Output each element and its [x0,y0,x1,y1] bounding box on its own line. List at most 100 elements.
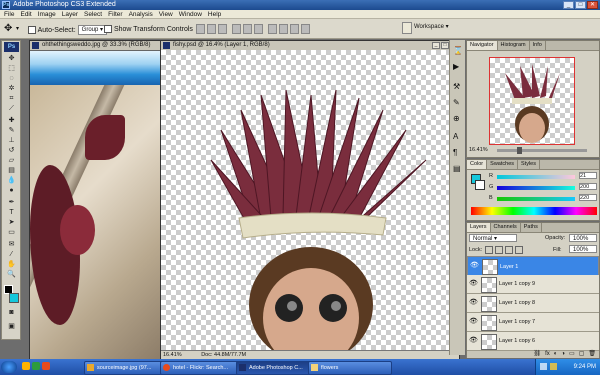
blue-value[interactable]: 220 [579,194,597,201]
menu-analysis[interactable]: Analysis [129,11,153,18]
align-vcenter-icon[interactable] [207,24,216,34]
visibility-eye-icon[interactable]: 👁 [469,299,478,307]
lock-transparency-icon[interactable] [485,246,493,254]
lasso-tool-icon[interactable]: ◌ [4,75,19,83]
doc-maximize-button[interactable]: □ [441,42,449,49]
clock[interactable]: 9:24 PM [574,364,596,370]
fill-field[interactable]: 100% [569,245,597,253]
align-hcenter-icon[interactable] [243,24,252,34]
gradient-tool-icon[interactable]: ▤ [4,167,19,175]
auto-select-checkbox[interactable] [28,26,36,34]
navigator-zoom-slider[interactable] [497,147,587,154]
magic-wand-tool-icon[interactable]: ✲ [4,85,19,93]
clone-stamp-icon[interactable]: ⊥ [4,137,19,145]
align-right-icon[interactable] [254,24,263,34]
distribute-top-icon[interactable] [268,24,277,34]
tab-layers[interactable]: Layers [467,223,491,232]
layer-row[interactable]: 👁 Layer 1 [467,256,599,276]
tab-paths[interactable]: Paths [521,223,542,232]
show-transform-checkbox[interactable] [104,25,112,33]
lock-all-icon[interactable] [515,246,523,254]
visibility-eye-icon[interactable]: 👁 [469,280,478,288]
slice-tool-icon[interactable]: ⟋ [4,105,19,113]
crop-tool-icon[interactable]: ⌗ [4,95,19,103]
opacity-field[interactable]: 100% [569,234,597,242]
tab-color[interactable]: Color [467,160,488,169]
dodge-tool-icon[interactable]: ● [4,187,19,195]
canvas[interactable] [161,50,459,359]
background-color-swatch[interactable] [9,293,19,303]
tab-styles[interactable]: Styles [518,160,540,169]
layer-comps-icon[interactable]: ▤ [453,164,461,173]
menu-select[interactable]: Select [84,11,102,18]
move-tool-icon[interactable]: ✥ [4,55,19,63]
tool-preset-dropdown-icon[interactable]: ▾ [16,25,19,32]
menu-edit[interactable]: Edit [20,11,31,18]
marquee-tool-icon[interactable]: ⬚ [4,65,19,73]
tab-info[interactable]: Info [530,41,546,50]
screen-mode-icon[interactable]: ▣ [4,323,19,331]
brush-tool-icon[interactable]: ✎ [4,127,19,135]
visibility-eye-icon[interactable]: 👁 [469,318,478,326]
visibility-eye-icon[interactable]: 👁 [469,337,478,345]
layer-name[interactable]: Layer 1 copy 6 [499,338,535,344]
lock-position-icon[interactable] [505,246,513,254]
align-bottom-icon[interactable] [218,24,227,34]
link-layers-icon[interactable]: ⛓ [533,351,541,358]
layer-row[interactable]: 👁 Layer 1 copy 7 [467,313,599,332]
auto-select-dropdown[interactable]: Group ▾ [77,25,108,35]
green-value[interactable]: 200 [579,183,597,190]
history-panel-icon[interactable]: ⌛ [453,46,463,55]
layer-row[interactable]: 👁 Layer 1 copy 9 [467,275,599,294]
maximize-button[interactable]: □ [575,1,586,9]
layer-name[interactable]: Layer 1 copy 7 [499,319,535,325]
new-group-icon[interactable]: ▭ [569,351,575,358]
quick-mask-icon[interactable]: ◙ [4,309,19,317]
red-slider[interactable] [497,175,575,179]
character-panel-icon[interactable]: A [453,132,458,141]
doc-minimize-button[interactable]: _ [432,42,440,49]
network-icon[interactable] [540,363,547,370]
navigator-zoom-value[interactable]: 16.41% [469,147,488,153]
blur-tool-icon[interactable]: 💧 [4,177,19,185]
quick-launch-icon[interactable] [32,362,40,370]
color-spectrum-ramp[interactable] [471,207,597,215]
tab-navigator[interactable]: Navigator [467,41,498,50]
start-button[interactable] [1,361,17,373]
volume-icon[interactable] [550,363,557,370]
layer-name[interactable]: Layer 1 copy 9 [499,281,535,287]
layer-mask-icon[interactable]: ◐ [554,351,558,358]
red-value[interactable]: 21 [579,172,597,179]
menu-image[interactable]: Image [38,11,56,18]
align-top-icon[interactable] [196,24,205,34]
paragraph-panel-icon[interactable]: ¶ [453,148,457,157]
tab-channels[interactable]: Channels [491,223,521,232]
path-selection-icon[interactable]: ➤ [4,219,19,227]
layer-row[interactable]: 👁 Layer 1 copy 8 [467,294,599,313]
navigator-thumbnail[interactable] [489,57,575,145]
hand-tool-icon[interactable]: ✋ [4,261,19,269]
actions-panel-icon[interactable]: ▶ [453,62,459,71]
shape-tool-icon[interactable]: ▭ [4,229,19,237]
new-layer-icon[interactable]: ▢ [579,351,585,358]
pen-tool-icon[interactable]: ✒ [4,199,19,207]
workspace-menu[interactable]: Workspace ▾ [414,23,449,30]
distribute-bottom-icon[interactable] [290,24,299,34]
menu-file[interactable]: File [4,11,14,18]
history-brush-icon[interactable]: ↺ [4,147,19,155]
minimize-button[interactable]: _ [563,1,574,9]
visibility-eye-icon[interactable]: 👁 [470,262,479,270]
type-tool-icon[interactable]: T [4,209,19,217]
eyedropper-tool-icon[interactable]: ⁄ [4,251,19,259]
lock-pixels-icon[interactable] [495,246,503,254]
distribute-left-icon[interactable] [301,24,310,34]
green-slider[interactable] [497,186,575,190]
adjustment-layer-icon[interactable]: ◑ [561,351,565,358]
align-left-icon[interactable] [232,24,241,34]
layer-style-icon[interactable]: fx [545,351,550,358]
distribute-vcenter-icon[interactable] [279,24,288,34]
bridge-button[interactable] [402,22,412,34]
quick-launch-icon[interactable] [42,362,50,370]
tool-presets-icon[interactable]: ⚒ [453,82,460,91]
zoom-slider-thumb[interactable] [517,147,522,154]
